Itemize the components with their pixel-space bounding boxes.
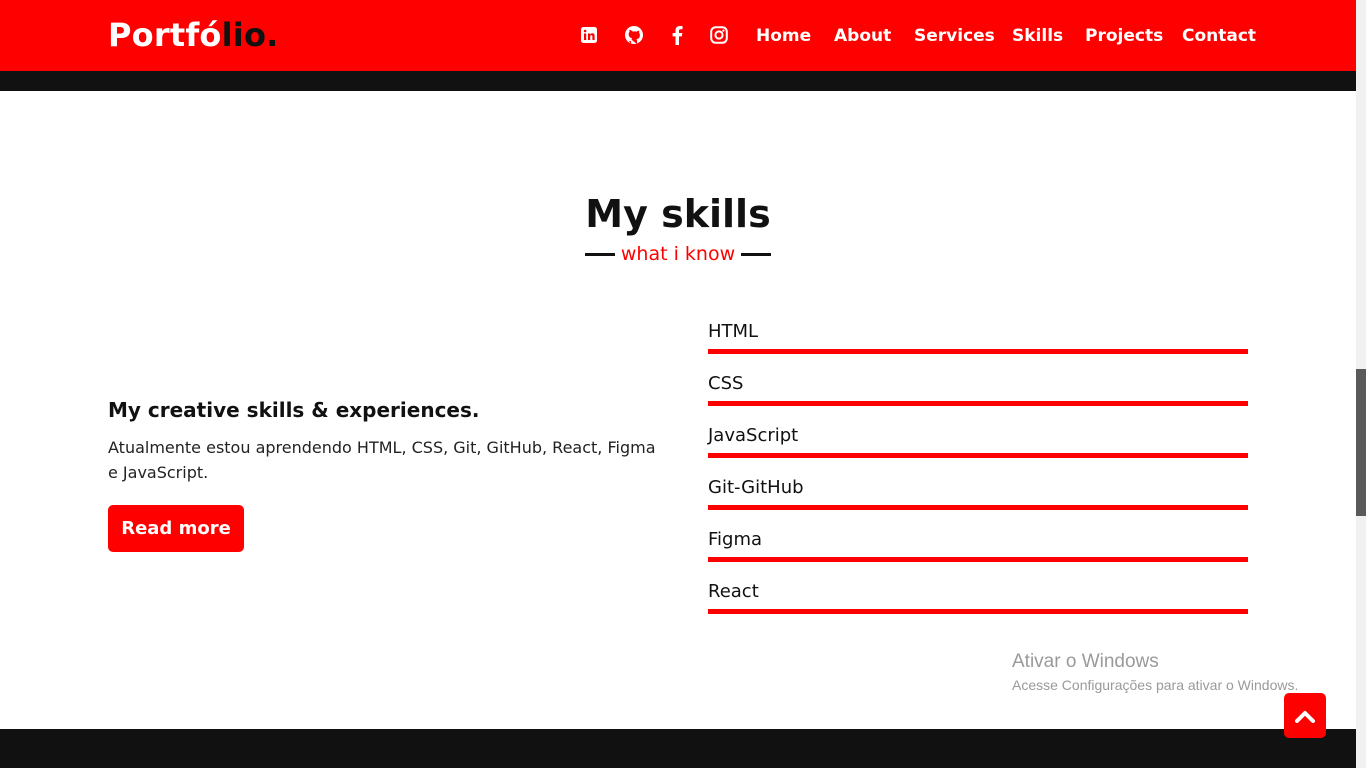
watermark-title: Ativar o Windows <box>1012 651 1159 672</box>
footer <box>0 729 1356 768</box>
skill-item: JavaScript <box>708 422 1248 474</box>
skill-item: React <box>708 578 1248 630</box>
skill-name: HTML <box>708 321 759 342</box>
skill-bar <box>708 453 1248 458</box>
navbar: Portfólio. Home About Services Skills Pr… <box>0 0 1356 71</box>
nav-contact[interactable]: Contact <box>1182 24 1256 48</box>
skill-name: React <box>708 581 759 602</box>
section-title: My skills <box>585 192 771 236</box>
subtitle-text: what i know <box>620 243 736 265</box>
intro-text: Atualmente estou aprendendo HTML, CSS, G… <box>108 438 656 482</box>
nav-services[interactable]: Services <box>914 24 995 48</box>
skill-bar <box>708 349 1248 354</box>
skills-list: HTML CSS JavaScript Git-GitHub Figma Rea… <box>708 318 1248 630</box>
intro-heading: My creative skills & experiences. <box>108 398 480 422</box>
skill-name: JavaScript <box>708 425 799 446</box>
chevron-up-icon <box>1295 710 1315 723</box>
skill-bar-fill <box>708 557 1248 562</box>
subtitle-line-right <box>741 252 772 256</box>
skill-name: CSS <box>708 373 744 394</box>
skill-name: Figma <box>708 529 763 550</box>
skill-bar-fill <box>708 401 1248 406</box>
read-more-button[interactable]: Read more <box>108 505 244 552</box>
section-subtitle: what i know <box>0 241 1356 267</box>
skill-item: Figma <box>708 526 1248 578</box>
scrollbar-thumb[interactable] <box>1356 369 1366 516</box>
skill-bar-fill <box>708 453 1248 458</box>
header-divider <box>0 71 1356 91</box>
skill-bar <box>708 609 1248 614</box>
skill-item: CSS <box>708 370 1248 422</box>
skill-bar <box>708 557 1248 562</box>
skill-name: Git-GitHub <box>708 477 804 498</box>
nav-skills[interactable]: Skills <box>1012 24 1063 48</box>
skill-bar-fill <box>708 349 1248 354</box>
nav-home[interactable]: Home <box>756 24 811 48</box>
skill-bar-fill <box>708 505 1248 510</box>
skills-intro: My creative skills & experiences. Atualm… <box>108 396 656 485</box>
skill-bar <box>708 401 1248 406</box>
nav-links: Home About Services Skills Projects Cont… <box>0 24 1256 48</box>
windows-activation-watermark: Ativar o Windows Acesse Configurações pa… <box>1012 651 1298 695</box>
skill-bar-fill <box>708 609 1248 614</box>
scroll-to-top-button[interactable] <box>1284 693 1326 738</box>
skill-item: Git-GitHub <box>708 474 1248 526</box>
nav-projects[interactable]: Projects <box>1085 24 1163 48</box>
watermark-text: Acesse Configurações para ativar o Windo… <box>1012 677 1299 693</box>
skill-item: HTML <box>708 318 1248 370</box>
subtitle-line-left <box>584 252 615 256</box>
nav-about[interactable]: About <box>834 24 891 48</box>
skill-bar <box>708 505 1248 510</box>
